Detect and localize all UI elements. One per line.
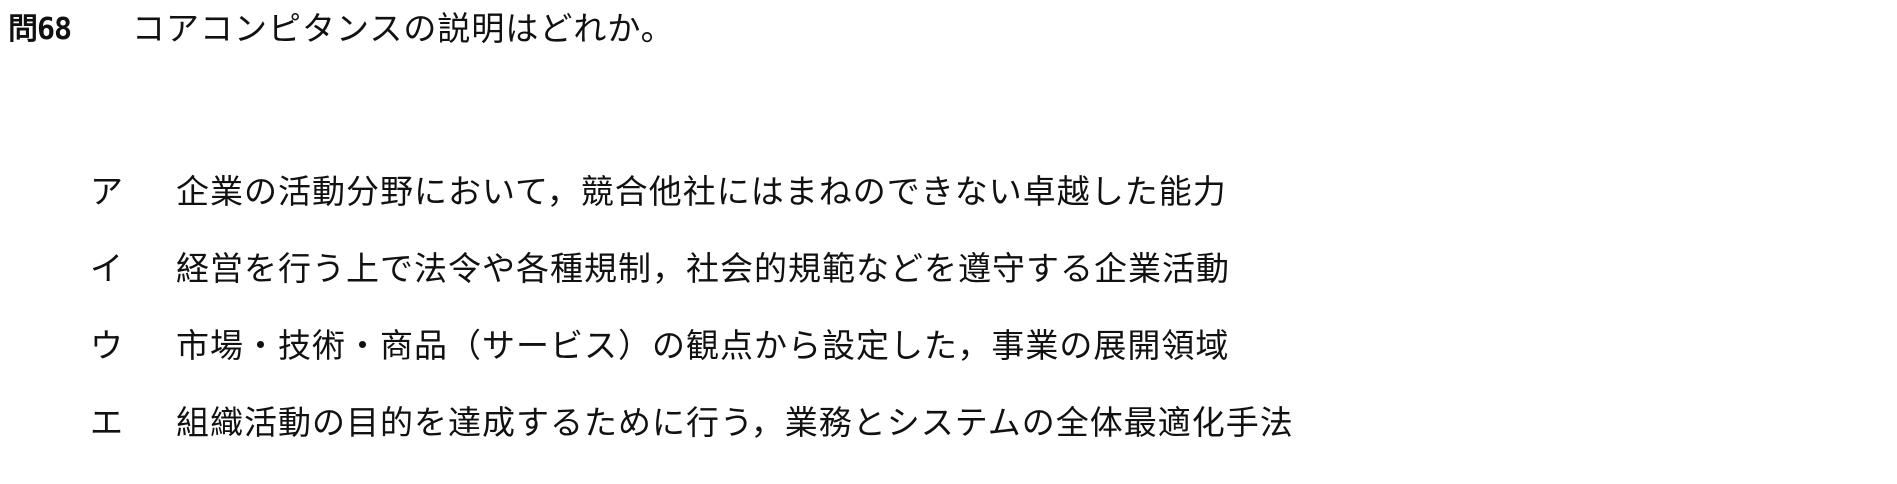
choice-label: ウ <box>90 325 123 365</box>
choice-text: 経営を行う上で法令や各種規制，社会的規範などを遵守する企業活動 <box>176 248 1230 288</box>
choice-text: 組織活動の目的を達成するために行う，業務とシステムの全体最適化手法 <box>176 402 1294 442</box>
choice-text: 企業の活動分野において，競合他社にはまねのできない卓越した能力 <box>176 171 1227 211</box>
answer-choices: ア 企業の活動分野において，競合他社にはまねのできない卓越した能力 イ 経営を行… <box>90 166 1294 442</box>
question-number: 問68 <box>8 12 72 47</box>
choice-i: イ 経営を行う上で法令や各種規制，社会的規範などを遵守する企業活動 <box>90 243 1294 288</box>
choice-u: ウ 市場・技術・商品（サービス）の観点から設定した，事業の展開領域 <box>90 320 1294 365</box>
choice-a: ア 企業の活動分野において，競合他社にはまねのできない卓越した能力 <box>90 166 1294 211</box>
choice-label: イ <box>90 248 123 288</box>
question-header: 問68 コアコンピタンスの説明はどれか。 <box>8 4 675 48</box>
choice-label: ア <box>90 171 123 211</box>
choice-label: エ <box>90 402 123 442</box>
choice-text: 市場・技術・商品（サービス）の観点から設定した，事業の展開領域 <box>176 325 1230 365</box>
question-text: コアコンピタンスの説明はどれか。 <box>132 9 675 48</box>
choice-e: エ 組織活動の目的を達成するために行う，業務とシステムの全体最適化手法 <box>90 397 1294 442</box>
